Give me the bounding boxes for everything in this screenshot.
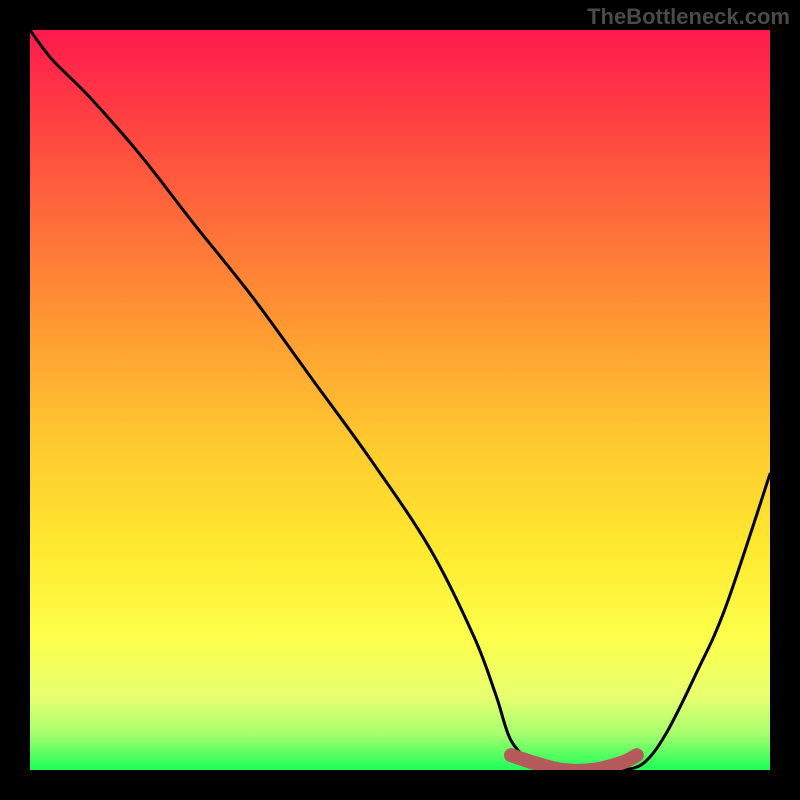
curve-overlay	[30, 30, 770, 770]
bottleneck-curve-path	[30, 30, 770, 770]
watermark-text: TheBottleneck.com	[587, 4, 790, 30]
chart-container: TheBottleneck.com	[0, 0, 800, 800]
minimum-marker-path	[511, 755, 637, 770]
